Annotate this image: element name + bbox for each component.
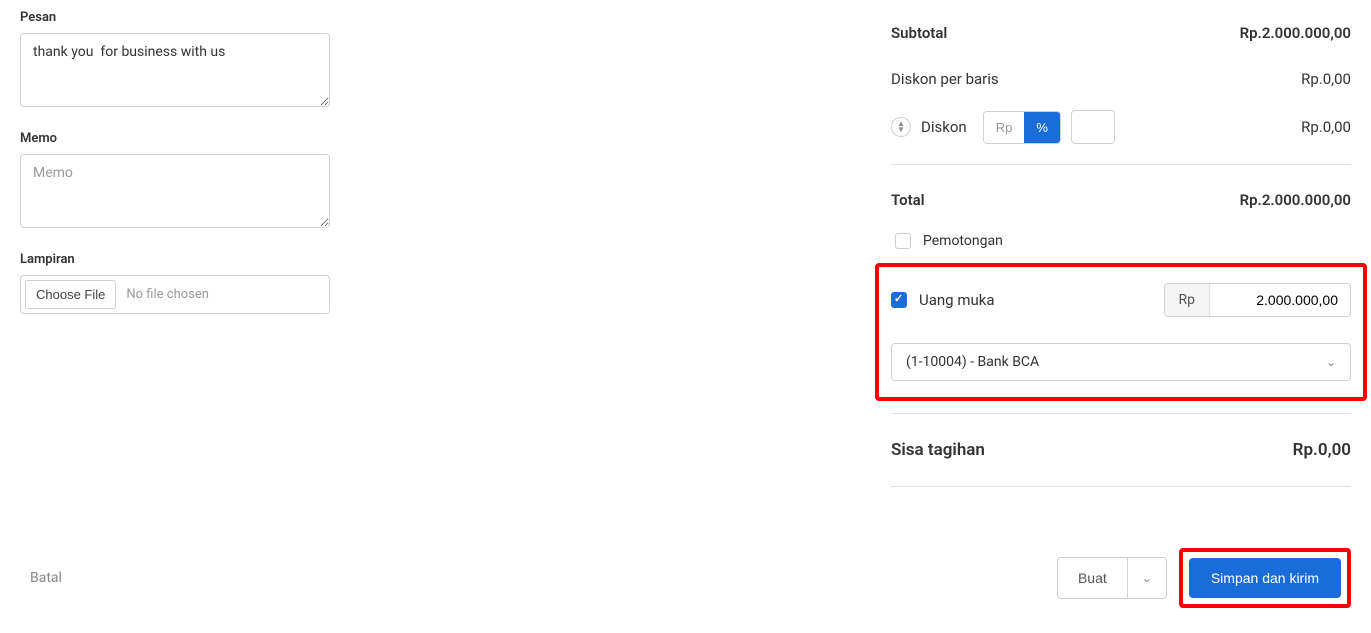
sisa-tagihan-value: Rp.0,00 [1293,440,1351,460]
uang-muka-input[interactable] [1210,284,1350,316]
divider [891,486,1351,487]
uang-muka-prefix: Rp [1165,284,1211,316]
batal-link[interactable]: Batal [30,570,62,586]
memo-textarea[interactable] [20,154,330,228]
bank-selected-text: (1-10004) - Bank BCA [906,354,1039,370]
lampiran-label: Lampiran [20,252,420,267]
total-value: Rp.2.000.000,00 [1240,191,1351,209]
diskon-percent-button[interactable]: % [1024,112,1060,143]
memo-label: Memo [20,131,420,146]
chevron-down-icon: ⌄ [1326,355,1336,369]
choose-file-button[interactable]: Choose File [25,280,116,309]
diskon-baris-value: Rp.0,00 [1301,70,1351,88]
pesan-label: Pesan [20,10,420,25]
left-form-column: Pesan Memo Lampiran Choose File No file … [20,10,420,499]
uang-muka-label: Uang muka [919,291,995,309]
pemotongan-checkbox[interactable] [895,233,911,249]
diskon-value: Rp.0,00 [1301,118,1351,136]
divider [891,164,1351,165]
diskon-stepper-icon[interactable]: ▲▼ [891,117,911,137]
file-status-text: No file chosen [126,287,209,302]
total-label: Total [891,191,925,209]
diskon-label: Diskon [921,118,967,136]
chevron-down-icon: ⌄ [1142,571,1152,585]
simpan-dan-kirim-button[interactable]: Simpan dan kirim [1189,558,1341,598]
diskon-baris-label: Diskon per baris [891,70,999,88]
pemotongan-label: Pemotongan [923,233,1003,249]
diskon-amount-input[interactable] [1071,110,1115,144]
uang-muka-highlight: Uang muka Rp (1-10004) - Bank BCA ⌄ [875,263,1367,401]
uang-muka-checkbox[interactable] [891,292,907,308]
buat-button[interactable]: Buat [1058,558,1127,598]
pesan-textarea[interactable] [20,33,330,107]
bank-account-select[interactable]: (1-10004) - Bank BCA ⌄ [891,343,1351,381]
diskon-unit-toggle: Rp % [983,111,1061,144]
subtotal-value: Rp.2.000.000,00 [1240,24,1351,42]
buat-dropdown-toggle[interactable]: ⌄ [1127,558,1166,598]
sisa-tagihan-label: Sisa tagihan [891,440,985,460]
summary-panel: Subtotal Rp.2.000.000,00 Diskon per bari… [891,10,1351,499]
simpan-highlight: Simpan dan kirim [1179,548,1351,608]
file-input[interactable]: Choose File No file chosen [20,275,330,314]
divider [891,413,1351,414]
diskon-rp-button[interactable]: Rp [984,112,1025,143]
footer-bar: Batal Buat ⌄ Simpan dan kirim [0,528,1371,633]
subtotal-label: Subtotal [891,24,947,42]
